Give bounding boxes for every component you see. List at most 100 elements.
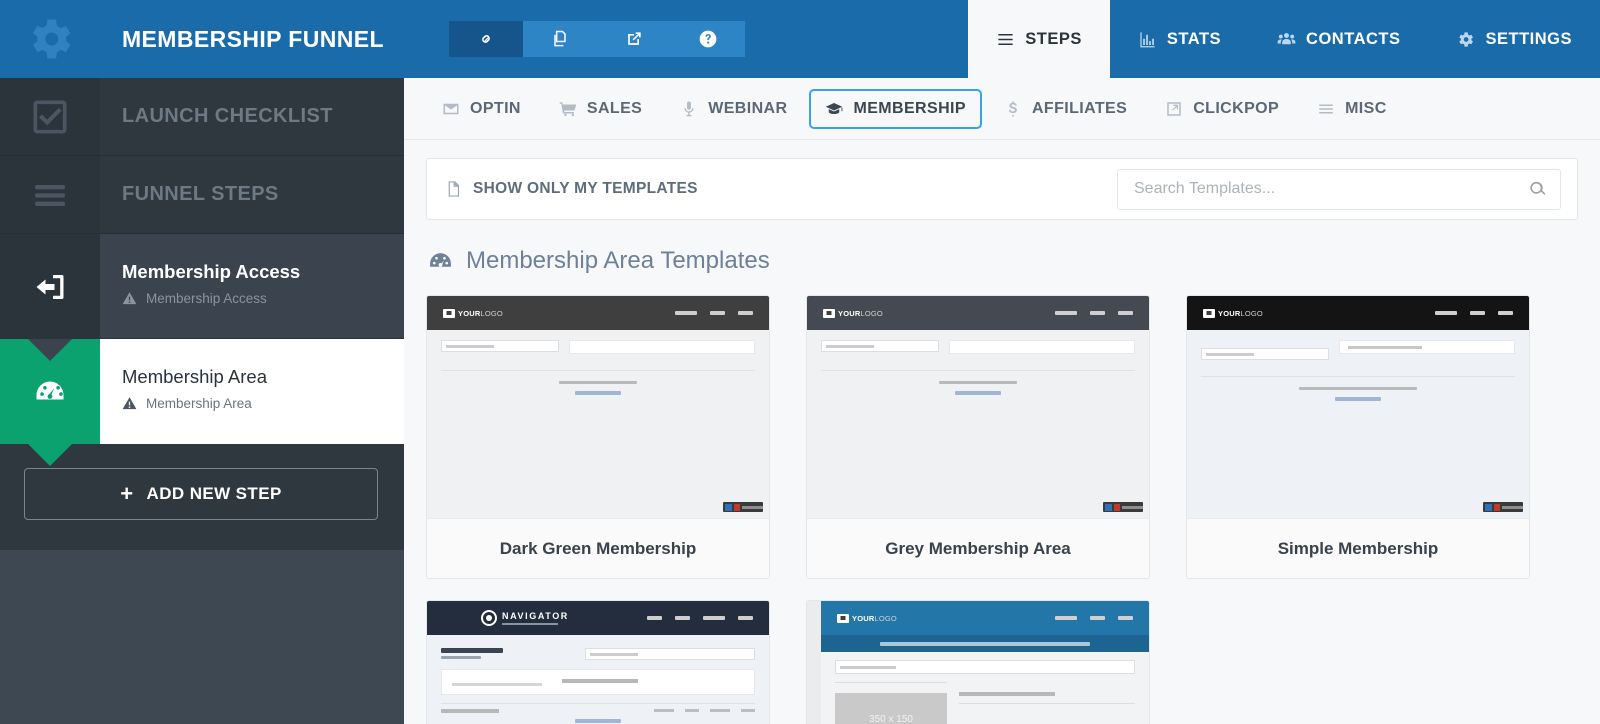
tab-steps[interactable]: STEPS: [968, 0, 1110, 78]
file-icon: [448, 181, 460, 197]
gear-icon: [33, 19, 71, 59]
sidebar-step-membership-access[interactable]: Membership Access Membership Access: [0, 234, 404, 339]
category-affiliates[interactable]: AFFILIATES: [988, 89, 1143, 129]
category-membership[interactable]: MEMBERSHIP: [809, 88, 982, 129]
template-preview: YOURLOGO: [427, 296, 769, 518]
preview-nav-links: [1055, 616, 1133, 620]
preview-search-box: [585, 648, 755, 660]
warning-icon: [122, 397, 137, 410]
preview-footer: [821, 371, 1135, 395]
search-templates-input[interactable]: [1117, 168, 1561, 210]
preview-nav-links: [1435, 311, 1513, 315]
microphone-icon: [684, 101, 694, 116]
compass-icon: [481, 610, 497, 626]
step-name: Membership Access: [122, 261, 301, 282]
sidebar-step-membership-area[interactable]: Membership Area Membership Area: [0, 339, 404, 466]
menu-icon: [996, 30, 1015, 49]
category-affiliates-label: AFFILIATES: [1031, 99, 1128, 117]
preview-body: [427, 330, 769, 518]
template-title: Dark Green Membership: [427, 518, 769, 578]
preview-body: [1187, 330, 1529, 518]
image-placeholder-icon: [1203, 308, 1215, 318]
help-button[interactable]: [670, 21, 745, 57]
checkbox-checked-icon: [0, 78, 100, 155]
preview-badge: [1103, 502, 1143, 512]
template-thumbnail: NAVIGATOR: [427, 601, 769, 724]
share-link-button[interactable]: [448, 21, 523, 57]
preview-navbar: YOURLOGO: [821, 601, 1149, 635]
template-preview: YOURLOGO: [807, 601, 1149, 724]
preview-logo-bold: YOUR: [458, 308, 481, 318]
template-grid: YOURLOGO Dark Green Membership YOURLOGO …: [426, 295, 1578, 724]
app-logo[interactable]: [0, 0, 100, 78]
preview-logo-text: YOURLOGO: [1218, 309, 1263, 318]
image-placeholder-icon: [837, 613, 849, 623]
preview-lesson-box: [441, 669, 755, 695]
category-sales-label: SALES: [586, 99, 643, 117]
preview-logo-light: LOGO: [860, 308, 883, 318]
dashboard-gauge-icon: [0, 339, 100, 466]
preview-nav-links: [1055, 311, 1133, 315]
tab-contacts[interactable]: CONTACTS: [1249, 0, 1428, 78]
tab-steps-label: STEPS: [1025, 29, 1082, 48]
tab-stats-label: STATS: [1166, 29, 1222, 48]
dashboard-gauge-icon: [430, 252, 451, 267]
preview-search-box: [835, 660, 1135, 674]
step-notch-top: [28, 339, 72, 361]
category-sales[interactable]: SALES: [543, 89, 658, 129]
template-thumbnail: YOURLOGO: [1187, 296, 1529, 518]
external-link-icon: [628, 32, 641, 45]
funnel-title: MEMBERSHIP FUNNEL: [122, 25, 384, 52]
preview-logo-light: LOGO: [1240, 308, 1263, 318]
tab-contacts-label: CONTACTS: [1306, 29, 1401, 48]
preview-logo: NAVIGATOR: [481, 610, 569, 626]
template-card[interactable]: YOURLOGO: [426, 295, 770, 579]
category-clickpop-label: CLICKPOP: [1193, 99, 1280, 117]
preview-navbar: NAVIGATOR: [427, 601, 769, 635]
add-new-step-button[interactable]: + ADD NEW STEP: [24, 468, 378, 520]
sidebar-panel: LAUNCH CHECKLIST FUNNEL STEPS Membership…: [0, 78, 404, 550]
preview-logo: YOURLOGO: [837, 613, 897, 623]
sidebar-item-launch-checklist[interactable]: LAUNCH CHECKLIST: [0, 78, 404, 156]
preview-logo-bold: YOUR: [1218, 308, 1241, 318]
template-card[interactable]: YOURLOGO: [806, 600, 1150, 724]
sidebar-item-funnel-steps[interactable]: FUNNEL STEPS: [0, 156, 404, 234]
preview-body: [427, 635, 769, 724]
tab-stats[interactable]: STATS: [1110, 0, 1249, 78]
step-body: Membership Access Membership Access: [100, 234, 404, 339]
open-funnel-button[interactable]: [596, 21, 671, 57]
template-card[interactable]: NAVIGATOR: [426, 600, 770, 724]
tab-settings[interactable]: SETTINGS: [1428, 0, 1600, 78]
image-placeholder-icon: [443, 308, 455, 318]
templates-scroll-area[interactable]: SHOW ONLY MY TEMPLATES M: [404, 140, 1600, 724]
category-clickpop[interactable]: CLICKPOP: [1149, 89, 1295, 129]
preview-logo: YOURLOGO: [823, 308, 883, 318]
category-optin[interactable]: OPTIN: [426, 89, 537, 129]
clone-funnel-button[interactable]: [522, 21, 597, 57]
category-webinar[interactable]: WEBINAR: [664, 89, 803, 129]
preview-subheading: [441, 655, 481, 659]
template-card[interactable]: YOURLOGO: [806, 295, 1150, 579]
preview-badge: [1483, 502, 1523, 512]
preview-logo-light: LOGO: [874, 613, 897, 623]
preview-logo: YOURLOGO: [443, 308, 503, 318]
template-title: Grey Membership Area: [807, 518, 1149, 578]
preview-search-row: [441, 340, 755, 354]
plus-icon: +: [120, 481, 134, 506]
preview-logo-text: YOURLOGO: [838, 309, 883, 318]
template-card[interactable]: YOURLOGO: [1186, 295, 1530, 579]
section-title-label: Membership Area Templates: [466, 247, 770, 274]
gear-icon: [1456, 30, 1475, 49]
category-optin-label: OPTIN: [470, 99, 521, 117]
preview-logo-light: LOGO: [480, 308, 503, 318]
show-only-my-templates-toggle[interactable]: SHOW ONLY MY TEMPLATES: [445, 179, 698, 199]
preview-navbar: YOURLOGO: [1187, 296, 1529, 330]
preview-panel: [1339, 340, 1515, 354]
sign-in-icon: [0, 234, 100, 339]
preview-heading: [441, 648, 503, 653]
preview-logo-text: YOURLOGO: [852, 614, 897, 623]
preview-headline-bar: [821, 635, 1149, 652]
show-only-my-templates-label: SHOW ONLY MY TEMPLATES: [473, 180, 698, 197]
category-misc[interactable]: MISC: [1301, 89, 1403, 129]
preview-logo: YOURLOGO: [1203, 308, 1263, 318]
